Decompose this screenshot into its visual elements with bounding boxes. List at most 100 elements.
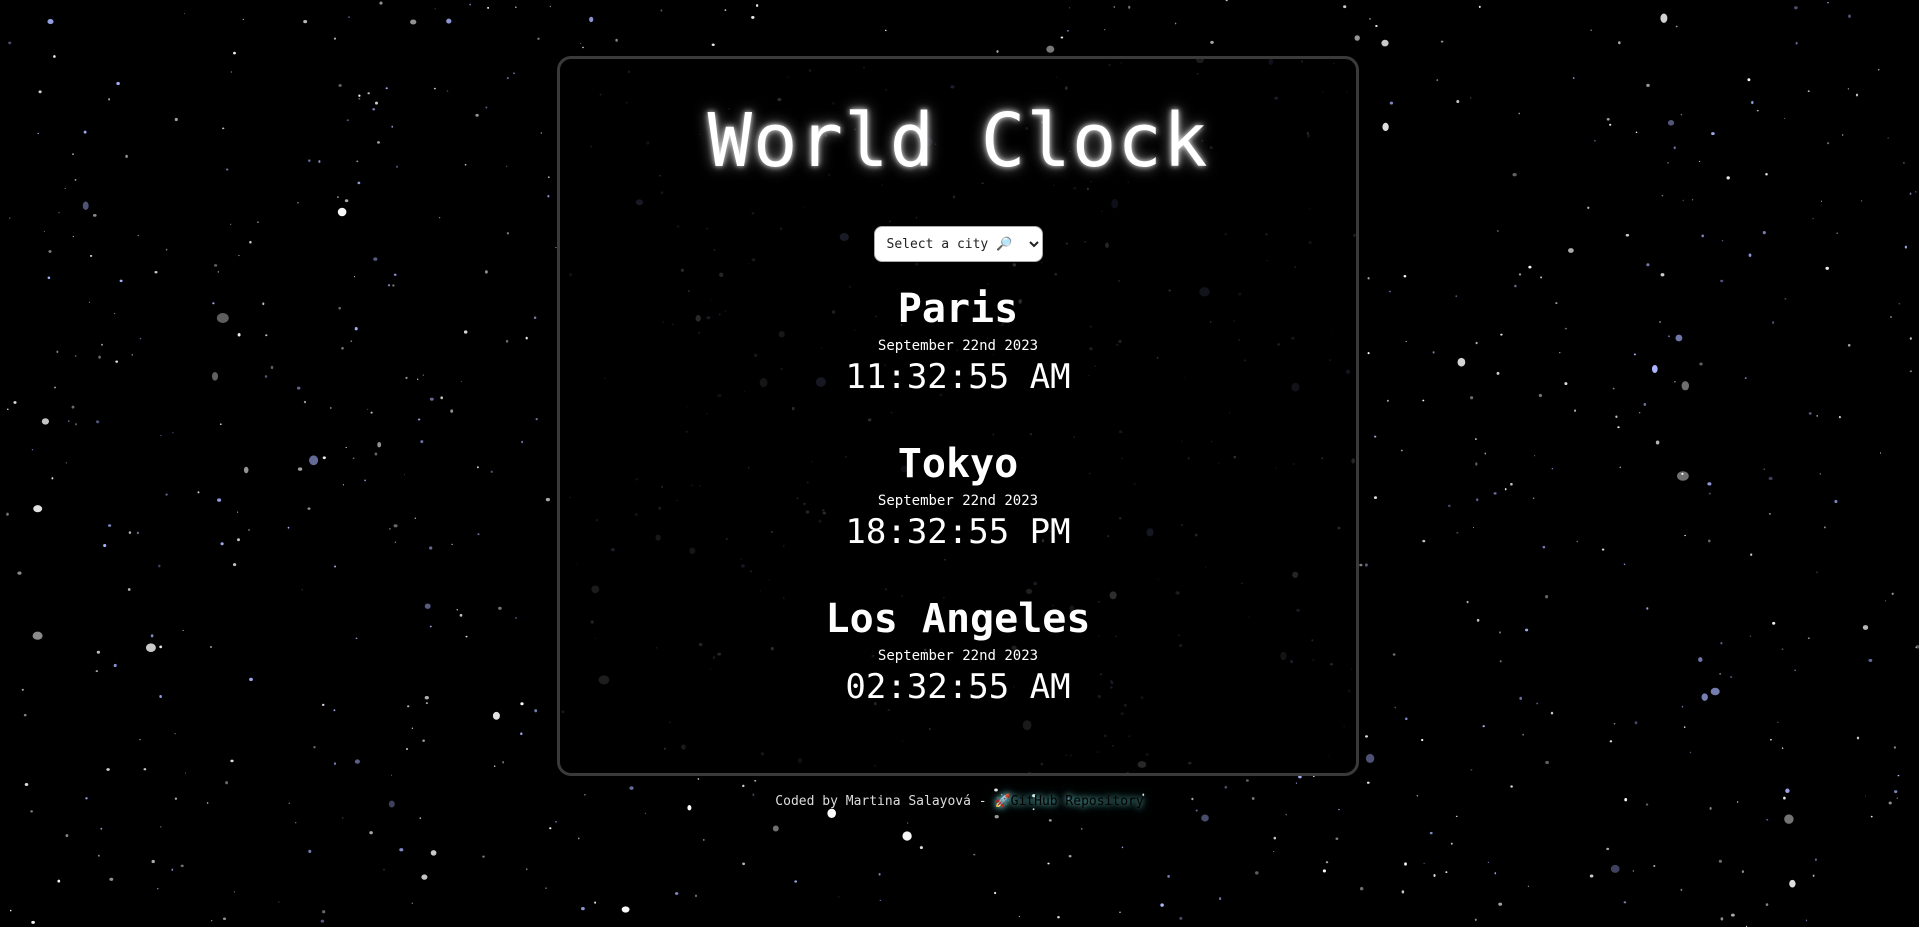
star	[742, 784, 745, 788]
star	[357, 181, 361, 185]
star	[1808, 412, 1812, 415]
star	[1784, 814, 1794, 824]
star	[344, 199, 349, 203]
star	[1606, 847, 1610, 851]
star	[197, 491, 200, 494]
star	[475, 113, 479, 117]
star	[1587, 206, 1590, 210]
star	[265, 334, 268, 337]
star	[296, 386, 301, 390]
star	[1512, 173, 1517, 177]
star	[1909, 337, 1912, 340]
star	[1400, 449, 1403, 452]
star	[1224, 785, 1228, 789]
city-select-wrapper: Select a city 🔎	[560, 226, 1356, 262]
star	[545, 497, 551, 502]
city-select[interactable]: Select a city 🔎	[873, 226, 1043, 262]
star	[430, 850, 437, 856]
star	[213, 264, 218, 267]
star	[100, 827, 103, 830]
star	[372, 108, 376, 111]
star	[1365, 735, 1368, 738]
star	[43, 230, 45, 233]
star	[209, 646, 213, 648]
star	[1382, 122, 1389, 132]
star	[1594, 140, 1596, 142]
star	[113, 663, 117, 668]
star	[1538, 393, 1543, 398]
star	[1367, 276, 1370, 280]
star	[1643, 402, 1647, 406]
star	[212, 302, 215, 305]
star	[421, 874, 428, 880]
star	[1769, 738, 1772, 741]
star	[1201, 814, 1209, 822]
star	[1219, 897, 1222, 901]
star	[354, 759, 360, 764]
star	[270, 365, 274, 370]
star	[1519, 696, 1523, 701]
star	[57, 879, 61, 883]
star	[89, 254, 93, 257]
star	[72, 153, 74, 156]
star	[243, 466, 249, 474]
star	[417, 378, 419, 380]
star	[347, 16, 351, 18]
star	[1255, 871, 1259, 875]
star	[1632, 870, 1635, 872]
star	[71, 405, 75, 409]
star	[1367, 352, 1370, 355]
star	[1374, 435, 1377, 438]
star	[1373, 496, 1378, 499]
star	[554, 820, 558, 823]
star	[1634, 721, 1638, 725]
star	[996, 50, 999, 53]
star	[1455, 295, 1458, 298]
star	[878, 873, 881, 876]
star	[106, 768, 110, 771]
star	[1893, 746, 1897, 749]
city-paris: Paris September 22nd 2023 11:32:55 AM	[560, 285, 1356, 440]
star	[1433, 873, 1436, 878]
star	[1868, 658, 1873, 662]
star	[404, 474, 405, 476]
star	[98, 355, 101, 359]
star	[303, 19, 308, 24]
star	[174, 117, 178, 122]
star	[1660, 273, 1665, 277]
star	[309, 455, 319, 466]
star	[333, 709, 336, 712]
star	[297, 467, 303, 471]
star	[754, 779, 757, 782]
star	[89, 301, 91, 303]
star	[1887, 137, 1889, 139]
star	[1389, 101, 1394, 105]
star	[391, 125, 394, 128]
star	[1527, 885, 1529, 887]
star	[794, 880, 798, 883]
star	[373, 257, 378, 261]
star	[1816, 571, 1818, 573]
star	[1726, 176, 1730, 180]
star	[237, 333, 241, 337]
star	[65, 462, 67, 464]
star	[1273, 836, 1277, 840]
world-clock-card: World Clock Select a city 🔎 Paris Septem…	[557, 56, 1359, 776]
star	[1827, 1, 1829, 4]
star	[879, 899, 881, 902]
star	[533, 316, 537, 320]
star	[30, 810, 33, 813]
star	[1756, 109, 1759, 112]
star	[1504, 488, 1507, 491]
star	[1661, 194, 1664, 197]
star	[578, 837, 580, 840]
star	[37, 132, 39, 135]
star	[222, 917, 227, 921]
star	[420, 440, 424, 444]
star	[425, 702, 429, 705]
star	[238, 255, 240, 257]
star	[1365, 753, 1375, 763]
star	[919, 846, 923, 850]
star	[505, 339, 509, 343]
github-repository-link[interactable]: 🚀GitHub Repository	[994, 794, 1143, 809]
